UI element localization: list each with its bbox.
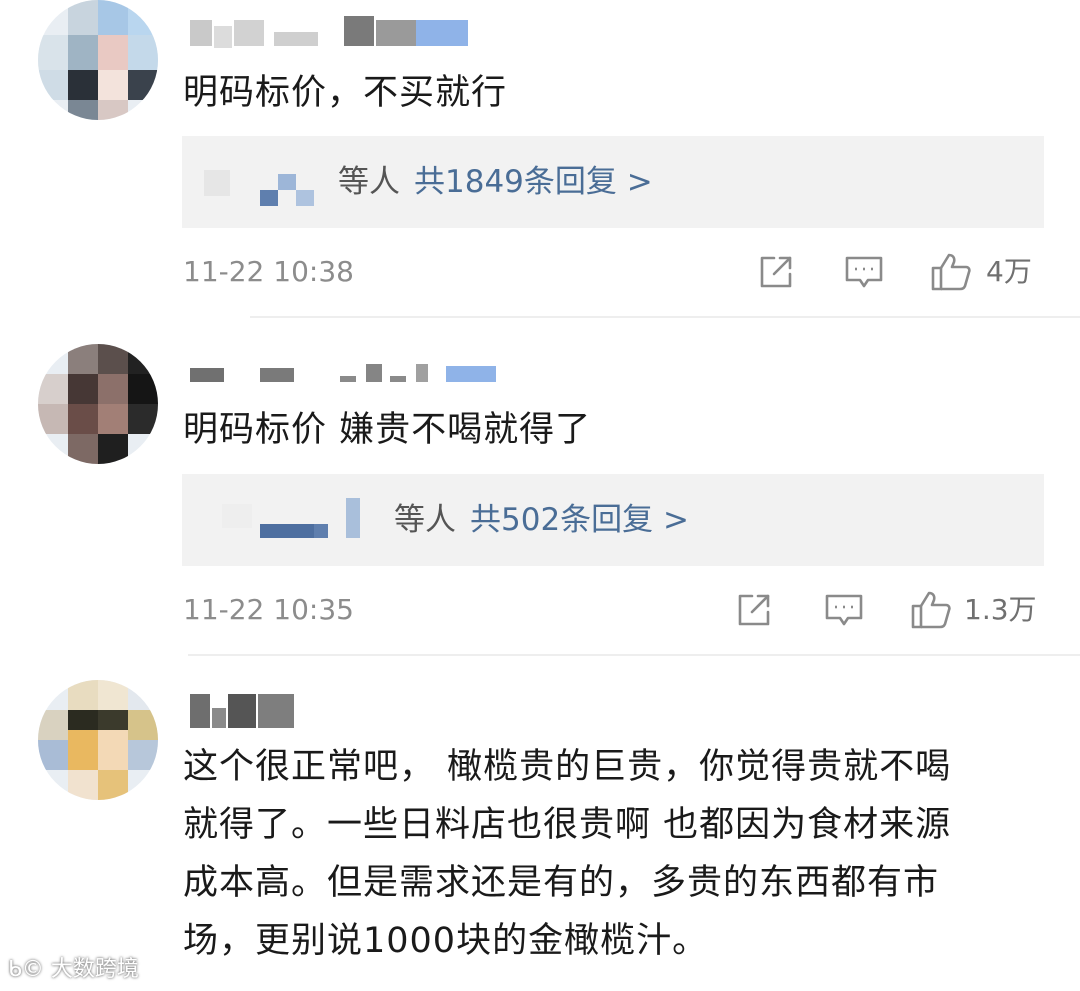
thumbs-up-icon[interactable] (910, 590, 952, 630)
comment-text-line-4: 场，更别说1000块的金橄榄汁。 (183, 921, 709, 961)
comment-text-line-2: 就得了。一些日料店也很贵啊 也都因为食材来源 (183, 805, 952, 845)
reply-count-link[interactable]: 共502条回复 > (470, 502, 689, 538)
comment-item-2: 明码标价 嫌贵不喝就得了 等人 共502条回复 > 11-22 10:35 1.3… (0, 340, 1080, 658)
avatar[interactable] (38, 680, 158, 800)
reply-summary[interactable]: 等人 共1849条回复 > (182, 136, 1044, 228)
comment-icon[interactable] (844, 254, 884, 290)
comment-icon[interactable] (824, 592, 864, 628)
comment-text: 明码标价 嫌贵不喝就得了 (183, 410, 592, 450)
username-blurred[interactable] (190, 690, 300, 728)
avatar[interactable] (38, 0, 158, 120)
comment-item-1: 明码标价，不买就行 等人 共1849条回复 > 11-22 10:38 4万 (0, 0, 1080, 318)
share-icon[interactable] (736, 592, 772, 628)
reply-summary[interactable]: 等人 共502条回复 > (182, 474, 1044, 566)
reply-count-link[interactable]: 共1849条回复 > (414, 164, 653, 200)
share-icon[interactable] (758, 254, 794, 290)
like-count: 4万 (986, 255, 1032, 288)
watermark-logo-icon: ᑲ© (8, 957, 44, 982)
comment-text-line-1: 这个很正常吧， 橄榄贵的巨贵，你觉得贵就不喝 (183, 747, 952, 787)
reply-users-suffix: 等人 (338, 164, 400, 200)
timestamp: 11-22 10:35 (183, 593, 354, 626)
reply-users-suffix: 等人 (394, 502, 456, 538)
comment-text: 明码标价，不买就行 (183, 73, 508, 113)
watermark: ᑲ© 大数跨境 (8, 955, 139, 985)
watermark-text: 大数跨境 (50, 957, 139, 982)
comment-item-3: 这个很正常吧， 橄榄贵的巨贵，你觉得贵就不喝 就得了。一些日料店也很贵啊 也都因… (0, 676, 1080, 991)
divider (250, 316, 1080, 318)
like-count: 1.3万 (964, 593, 1037, 626)
username-blurred[interactable] (190, 360, 500, 396)
avatar[interactable] (38, 344, 158, 464)
username-blurred[interactable] (190, 14, 480, 50)
timestamp: 11-22 10:38 (183, 255, 354, 288)
comment-text-line-3: 成本高。但是需求还是有的，多贵的东西都有市 (183, 863, 940, 903)
thumbs-up-icon[interactable] (930, 252, 972, 292)
divider (188, 654, 1080, 656)
